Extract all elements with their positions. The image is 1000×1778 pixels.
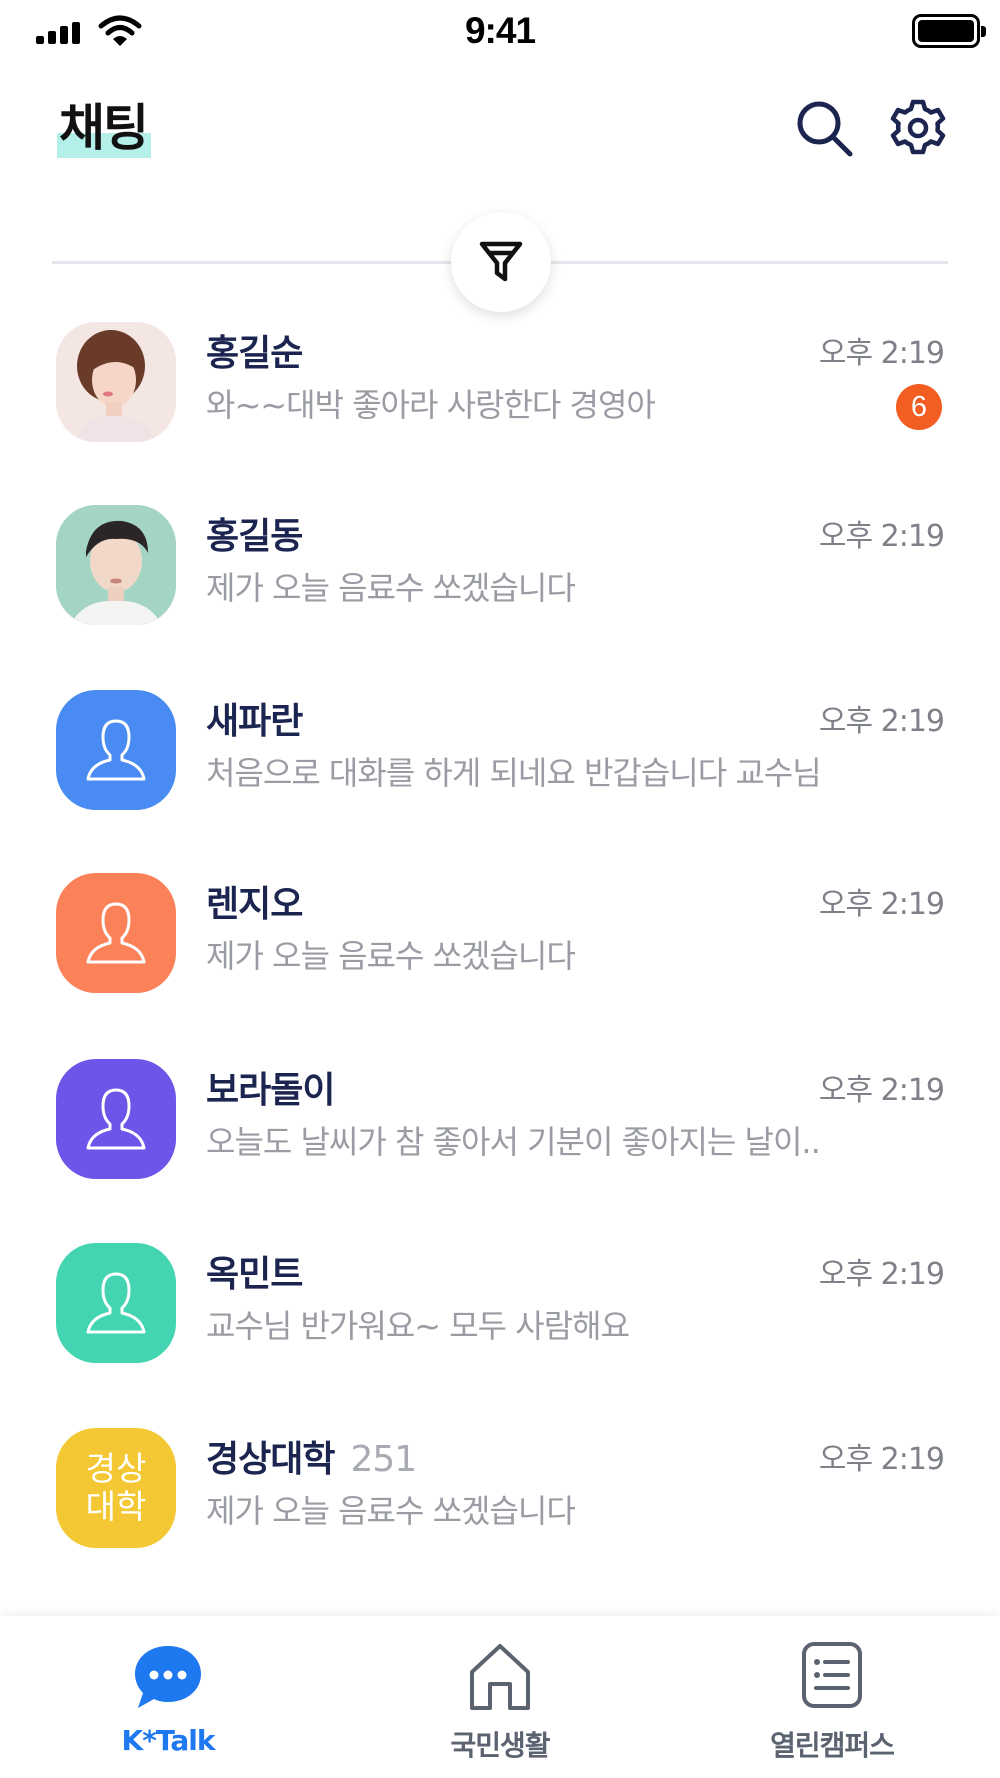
- chat-preview: 와~~대박 좋아라 사랑한다 경영아: [206, 386, 656, 424]
- gear-icon: [890, 99, 946, 155]
- chat-preview: 제가 오늘 음료수 쏘겠습니다: [206, 569, 576, 607]
- avatar: [56, 1243, 176, 1363]
- chat-item-okmint[interactable]: 옥민트 오후 2:19 교수님 반가워요~ 모두 사람해요: [0, 1243, 1000, 1393]
- chat-preview: 제가 오늘 음료수 쏘겠습니다: [206, 1492, 576, 1530]
- chat-name: 경상대학: [206, 1439, 335, 1480]
- unread-badge: 6: [896, 384, 942, 430]
- chat-time: 오후 2:19: [818, 704, 945, 739]
- avatar-text-line1: 경상: [85, 1449, 147, 1488]
- status-time: 9:41: [464, 10, 536, 51]
- avatar: [56, 322, 176, 442]
- chat-item-renjio[interactable]: 렌지오 오후 2:19 제가 오늘 음료수 쏘겠습니다: [0, 873, 1000, 1023]
- filter-icon: [479, 241, 523, 282]
- tab-label: K*Talk: [121, 1724, 216, 1757]
- bottom-nav: K*Talk 국민생활 열린캠퍼스: [0, 1616, 1000, 1778]
- avatar: 경상 대학: [56, 1428, 176, 1548]
- chat-time: 오후 2:19: [818, 1442, 945, 1477]
- person-icon: [86, 902, 146, 964]
- chat-item-saeparan[interactable]: 새파란 오후 2:19 처음으로 대화를 하게 되네요 반갑습니다 교수님: [0, 690, 1000, 840]
- chat-time: 오후 2:19: [818, 887, 945, 922]
- avatar: [56, 690, 176, 810]
- home-icon: [470, 1644, 530, 1710]
- profile-photo: [56, 505, 176, 625]
- battery-icon: [912, 14, 986, 48]
- person-icon: [86, 1088, 146, 1150]
- chat-item-hong-gildong[interactable]: 홍길동 오후 2:19 제가 오늘 음료수 쏘겠습니다: [0, 505, 1000, 655]
- search-button[interactable]: [792, 96, 856, 160]
- chat-bubble-icon: [135, 1646, 201, 1708]
- chat-time: 오후 2:19: [818, 1257, 945, 1292]
- chat-name: 렌지오: [206, 884, 303, 925]
- person-icon: [86, 719, 146, 781]
- document-list-icon: [802, 1642, 862, 1708]
- tab-label: 열린캠퍼스: [770, 1729, 895, 1762]
- chat-name: 홍길동: [206, 516, 303, 557]
- avatar-text-line2: 대학: [85, 1487, 147, 1526]
- avatar: [56, 1059, 176, 1179]
- chat-name: 새파란: [206, 701, 303, 742]
- chat-time: 오후 2:19: [818, 519, 945, 554]
- filter-button[interactable]: [451, 212, 551, 312]
- member-count: 251: [350, 1439, 417, 1480]
- chat-name: 보라돌이: [206, 1070, 335, 1111]
- person-icon: [86, 1272, 146, 1334]
- chat-item-boradori[interactable]: 보라돌이 오후 2:19 오늘도 날씨가 참 좋아서 기분이 좋아지는 날이..: [0, 1059, 1000, 1209]
- chat-name: 홍길순: [206, 333, 303, 374]
- chat-name-row: 경상대학 251: [206, 1430, 417, 1482]
- chat-preview: 처음으로 대화를 하게 되네요 반갑습니다 교수님: [206, 754, 822, 792]
- chat-item-hong-gilsun[interactable]: 홍길순 오후 2:19 와~~대박 좋아라 사랑한다 경영아 6: [0, 322, 1000, 472]
- chat-item-gyeongsang-group[interactable]: 경상 대학 경상대학 251 오후 2:19 제가 오늘 음료수 쏘겠습니다: [0, 1428, 1000, 1578]
- tab-open-campus[interactable]: 열린캠퍼스: [702, 1616, 962, 1778]
- tab-ktalk[interactable]: K*Talk: [38, 1616, 298, 1778]
- chat-name: 옥민트: [206, 1254, 303, 1295]
- chat-time: 오후 2:19: [818, 1073, 945, 1108]
- settings-button[interactable]: [886, 96, 950, 160]
- avatar: [56, 873, 176, 993]
- status-bar: 9:41: [0, 0, 1000, 66]
- tab-daily-life[interactable]: 국민생활: [370, 1616, 630, 1778]
- chat-time: 오후 2:19: [818, 336, 945, 371]
- tab-label: 국민생활: [450, 1729, 550, 1762]
- search-icon: [797, 101, 853, 157]
- profile-photo: [56, 322, 176, 442]
- avatar: [56, 505, 176, 625]
- chat-preview: 제가 오늘 음료수 쏘겠습니다: [206, 937, 576, 975]
- chat-preview: 교수님 반가워요~ 모두 사람해요: [206, 1307, 630, 1345]
- chat-preview: 오늘도 날씨가 참 좋아서 기분이 좋아지는 날이..: [206, 1123, 821, 1161]
- page-title: 채팅: [57, 98, 151, 158]
